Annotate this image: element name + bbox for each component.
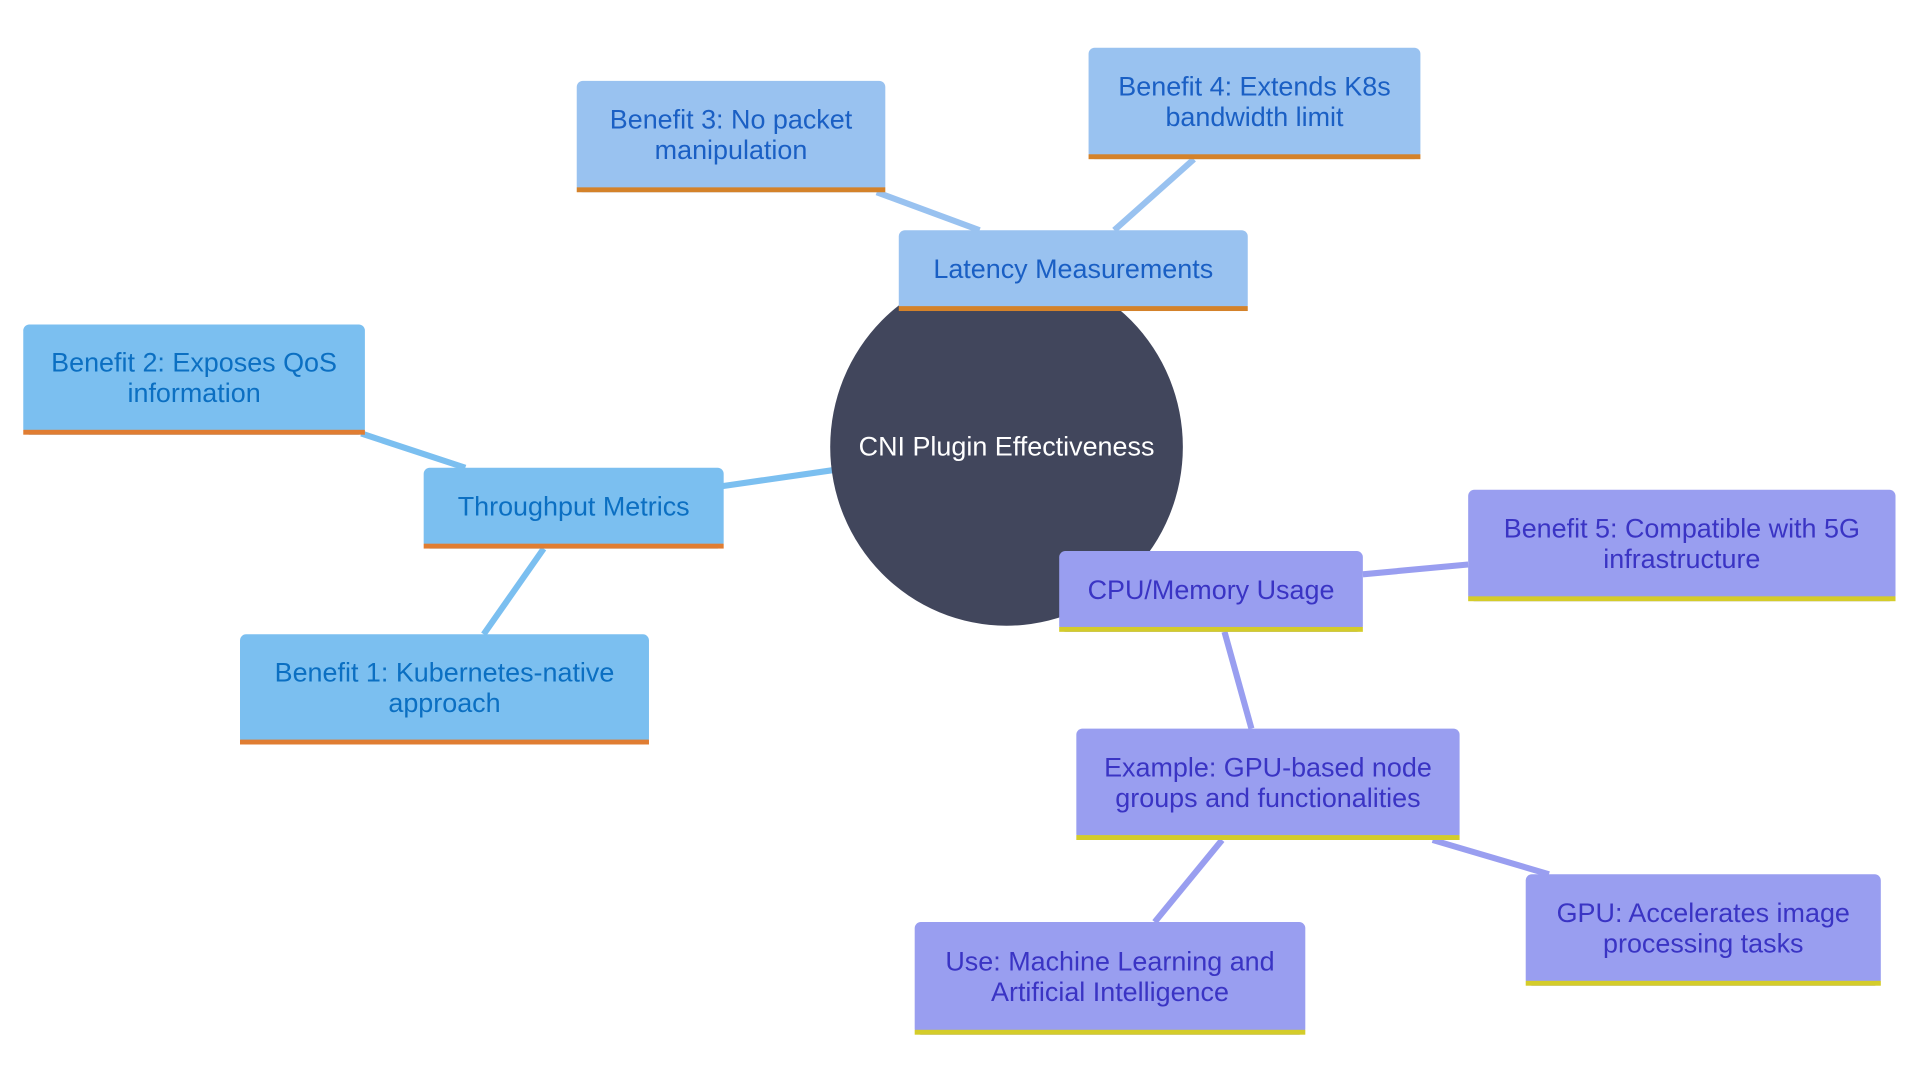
node-label-line: Benefit 1: Kubernetes-native xyxy=(275,657,615,687)
node-b5[interactable]: Benefit 5: Compatible with 5Ginfrastruct… xyxy=(1468,489,1896,602)
node-label-line: Throughput Metrics xyxy=(458,492,690,522)
node-underline xyxy=(240,739,649,745)
node-b1[interactable]: Benefit 1: Kubernetes-nativeapproach xyxy=(240,634,649,745)
node-underline xyxy=(1525,980,1881,986)
node-label-line: approach xyxy=(388,688,500,718)
node-cpu[interactable]: CPU/Memory Usage xyxy=(1059,551,1363,632)
node-use[interactable]: Use: Machine Learning andArtificial Inte… xyxy=(914,922,1306,1035)
edge-root-throughput xyxy=(722,467,834,490)
node-underline xyxy=(576,187,886,193)
node-label-line: Latency Measurements xyxy=(933,254,1213,284)
node-label-line: Use: Machine Learning and xyxy=(945,946,1274,976)
edge-throughput-b2 xyxy=(360,430,467,471)
node-label-line: Artificial Intelligence xyxy=(991,977,1229,1007)
mindmap-canvas: CNI Plugin Effectiveness Throughput Metr… xyxy=(23,47,1896,1035)
node-latency[interactable]: Latency Measurements xyxy=(898,230,1248,312)
node-label-line: Benefit 2: Exposes QoS xyxy=(51,348,337,378)
node-underline xyxy=(423,543,724,549)
node-label-line: processing tasks xyxy=(1603,929,1804,959)
node-b3[interactable]: Benefit 3: No packetmanipulation xyxy=(576,80,886,193)
node-label-line: Example: GPU-based node xyxy=(1104,752,1432,782)
node-label-line: manipulation xyxy=(655,135,808,165)
node-label-line: GPU: Accelerates image xyxy=(1557,898,1850,928)
node-example[interactable]: Example: GPU-based nodegroups and functi… xyxy=(1076,728,1460,840)
node-label-line: bandwidth limit xyxy=(1165,102,1344,132)
edge-example-use xyxy=(1152,838,1225,924)
node-underline xyxy=(914,1029,1306,1035)
node-b2[interactable]: Benefit 2: Exposes QoSinformation xyxy=(23,324,365,435)
node-underline xyxy=(898,306,1248,312)
node-underline xyxy=(1468,596,1896,602)
node-underline xyxy=(1088,154,1421,160)
edge-example-gpu xyxy=(1431,837,1550,878)
node-label-line: groups and functionalities xyxy=(1115,783,1420,813)
edge-latency-b4 xyxy=(1112,156,1196,233)
node-b4[interactable]: Benefit 4: Extends K8sbandwidth limit xyxy=(1088,47,1421,160)
node-underline xyxy=(23,429,365,435)
edge-cpu-b5 xyxy=(1362,561,1469,578)
edge-latency-b3 xyxy=(875,189,981,234)
node-gpu[interactable]: GPU: Accelerates imageprocessing tasks xyxy=(1525,874,1881,986)
node-label-line: infrastructure xyxy=(1603,544,1760,574)
root-label: CNI Plugin Effectiveness xyxy=(859,432,1155,462)
edge-throughput-b1 xyxy=(481,546,547,637)
node-label-line: information xyxy=(127,378,260,408)
node-label-line: Benefit 4: Extends K8s xyxy=(1118,72,1390,102)
node-underline xyxy=(1076,835,1460,840)
node-label-line: CPU/Memory Usage xyxy=(1088,575,1335,605)
node-underline xyxy=(1059,626,1363,632)
node-throughput[interactable]: Throughput Metrics xyxy=(423,467,724,549)
node-label-line: Benefit 5: Compatible with 5G xyxy=(1504,514,1860,544)
edge-cpu-example xyxy=(1221,631,1255,730)
node-label-line: Benefit 3: No packet xyxy=(610,105,853,135)
